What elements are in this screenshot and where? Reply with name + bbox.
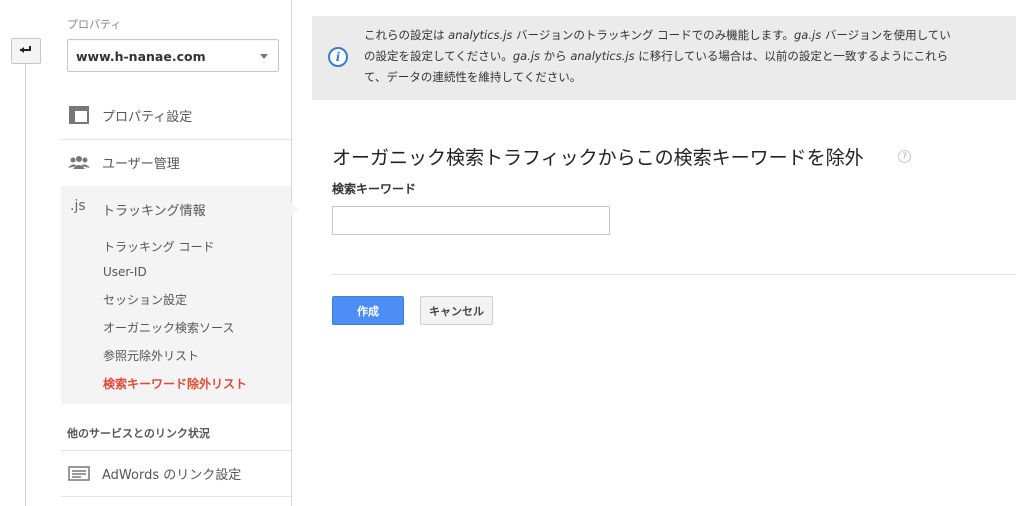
rail-line [25,40,26,506]
linking-section-title: 他のサービスとのリンク状況 [67,427,210,440]
search-term-input[interactable] [332,206,610,235]
sidebar-subitem-organic-search-sources[interactable]: オーガニック検索ソース [103,319,234,336]
help-icon[interactable]: ? [898,150,911,163]
sidebar-item-label: トラッキング情報 [102,204,206,219]
property-select[interactable]: www.h-nanae.com [67,39,279,72]
sidebar: プロパティ www.h-nanae.com プロパティ設定 ユーザー管理 .js… [61,0,291,506]
info-icon: i [328,47,348,67]
back-button[interactable] [11,38,41,64]
sidebar-subitem-search-term-exclusion[interactable]: 検索キーワード除外リスト [103,375,247,392]
sidebar-border [291,0,292,506]
search-term-label: 検索キーワード [332,182,417,196]
sidebar-item-property-settings[interactable]: プロパティ設定 [61,92,291,138]
divider [332,274,1016,275]
sidebar-item-label: プロパティ設定 [102,110,193,125]
back-arrow-icon [20,46,31,53]
users-icon [68,156,90,169]
js-icon: .js [70,198,86,214]
adwords-icon [68,466,90,481]
sidebar-item-tracking-info[interactable]: .js トラッキング情報 [61,186,291,232]
page-title: オーガニック検索トラフィックからこの検索キーワードを除外 [332,147,864,169]
sidebar-item-user-management[interactable]: ユーザー管理 [61,139,291,185]
sidebar-item-label: ユーザー管理 [102,157,180,172]
info-banner: i これらの設定は analytics.js バージョンのトラッキング コードで… [312,16,1016,100]
sidebar-subitem-session-settings[interactable]: セッション設定 [103,291,187,308]
sidebar-item-label: AdWords のリンク設定 [102,468,242,483]
tracking-group: .js トラッキング情報 トラッキング コード User-ID セッション設定 … [61,186,291,404]
sidebar-subitem-user-id[interactable]: User-ID [103,265,147,279]
sidebar-item-adwords-linking[interactable]: AdWords のリンク設定 [61,450,291,496]
sidebar-subitem-tracking-code[interactable]: トラッキング コード [103,238,214,255]
sidebar-subitem-referral-exclusion[interactable]: 参照元除外リスト [103,347,199,364]
property-select-value: www.h-nanae.com [76,49,206,64]
divider [61,496,291,497]
create-button[interactable]: 作成 [332,296,404,325]
property-label: プロパティ [67,18,122,31]
cancel-button[interactable]: キャンセル [420,296,493,325]
window-icon [69,106,89,124]
active-pointer [291,202,298,216]
chevron-down-icon [260,54,268,59]
info-text: これらの設定は analytics.js バージョンのトラッキング コードでのみ… [364,28,951,84]
